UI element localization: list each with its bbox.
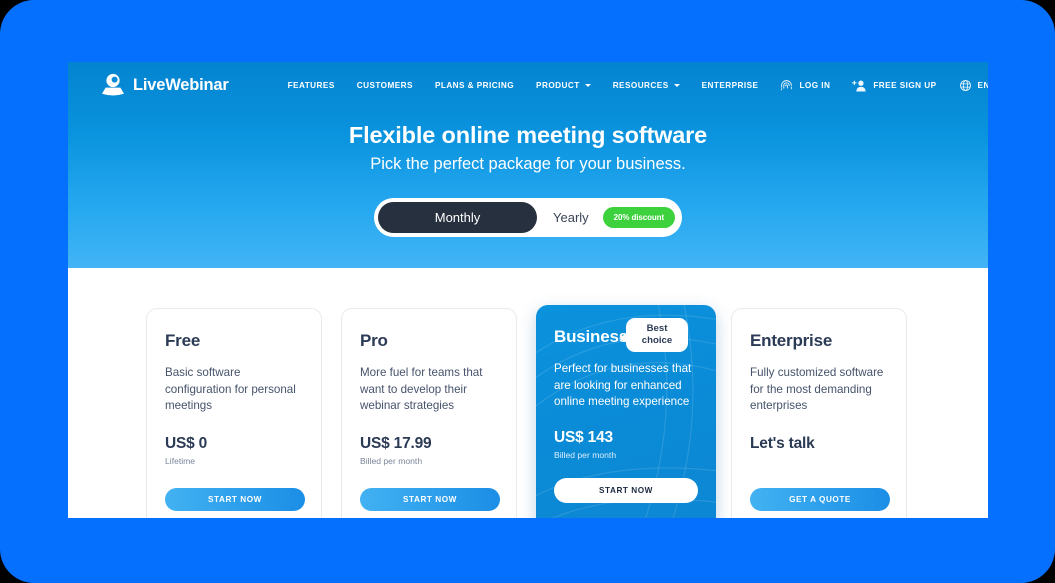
plan-cta-button[interactable]: START NOW <box>165 488 305 511</box>
chevron-down-icon <box>584 84 591 87</box>
toggle-yearly[interactable]: Yearly <box>544 202 598 233</box>
nav-item-customers[interactable]: CUSTOMERS <box>346 81 424 90</box>
nav-label: PLANS & PRICING <box>434 80 515 90</box>
plan-description: Fully customized software for the most d… <box>750 366 884 412</box>
plan-price-block: US$ 17.99 Billed per month <box>360 435 432 466</box>
globe-icon <box>959 79 972 92</box>
plan-card-pro[interactable]: Pro More fuel for teams that want to dev… <box>341 308 517 518</box>
plan-name: Enterprise <box>750 331 833 350</box>
livewebinar-logo-icon <box>100 72 126 98</box>
plan-cta-button[interactable]: START NOW <box>554 478 698 503</box>
plan-price: US$ 0 <box>165 435 208 452</box>
language-label: EN <box>977 80 988 90</box>
plan-price-note: Billed per month <box>554 450 617 460</box>
nav-links: FEATURES CUSTOMERS PLANS & PRICING PRODU… <box>277 81 770 90</box>
plan-card-business[interactable]: Business Best choice Perfect for busines… <box>536 305 716 518</box>
pricing-cards: Free Basic software configuration for pe… <box>68 268 988 518</box>
plan-price-block: Let's talk <box>750 435 815 456</box>
plan-name: Pro <box>360 331 388 350</box>
plan-price: Let's talk <box>750 435 815 452</box>
plan-card-enterprise[interactable]: Enterprise Fully customized software for… <box>731 308 907 518</box>
nav-label: CUSTOMERS <box>356 80 413 90</box>
plan-description: Basic software configuration for persona… <box>165 366 296 412</box>
login-label: LOG IN <box>799 80 831 90</box>
nav-label: ENTERPRISE <box>701 80 759 90</box>
plan-cta-button[interactable]: START NOW <box>360 488 500 511</box>
plan-price-note: Lifetime <box>165 456 196 466</box>
nav-label: PRODUCT <box>536 80 580 90</box>
chevron-down-icon <box>673 84 680 87</box>
plan-price: US$ 17.99 <box>360 435 432 452</box>
nav-item-product[interactable]: PRODUCT <box>525 81 602 90</box>
nav-item-resources[interactable]: RESOURCES <box>602 81 691 90</box>
hero-section: LiveWebinar FEATURES CUSTOMERS PLANS & P… <box>68 62 988 268</box>
best-choice-badge: Best choice <box>619 318 688 352</box>
nav-item-features[interactable]: FEATURES <box>277 81 346 90</box>
brand-logo[interactable]: LiveWebinar <box>100 72 229 98</box>
plan-price-block: US$ 143 Billed per month <box>554 429 616 460</box>
fingerprint-icon <box>780 79 793 92</box>
toggle-monthly[interactable]: Monthly <box>378 202 537 233</box>
brand-name: LiveWebinar <box>133 75 229 94</box>
free-signup-button[interactable]: FREE SIGN UP <box>841 79 947 92</box>
user-plus-icon <box>852 79 867 92</box>
hero-title: Flexible online meeting software <box>348 122 708 148</box>
best-choice-line1: Best <box>646 323 668 334</box>
top-navigation: LiveWebinar FEATURES CUSTOMERS PLANS & P… <box>68 62 988 108</box>
plan-cta-button[interactable]: GET A QUOTE <box>750 488 890 511</box>
plan-price-block: US$ 0 Lifetime <box>165 435 207 466</box>
best-choice-line2: choice <box>641 334 673 346</box>
nav-item-enterprise[interactable]: ENTERPRISE <box>691 81 770 90</box>
plan-description: More fuel for teams that want to develop… <box>360 366 483 412</box>
language-selector[interactable]: EN <box>948 79 988 92</box>
nav-item-plans-pricing[interactable]: PLANS & PRICING <box>424 81 525 90</box>
nav-actions: LOG IN FREE SIGN UP EN <box>769 79 988 92</box>
plan-card-free[interactable]: Free Basic software configuration for pe… <box>146 308 322 518</box>
plan-price-note: Billed per month <box>360 456 423 466</box>
free-signup-label: FREE SIGN UP <box>873 80 937 90</box>
discount-badge: 20% discount <box>602 207 676 228</box>
page-frame: LiveWebinar FEATURES CUSTOMERS PLANS & P… <box>0 0 1055 583</box>
login-button[interactable]: LOG IN <box>769 79 841 92</box>
toggle-yearly-label: Yearly <box>553 210 589 225</box>
billing-period-toggle[interactable]: Monthly Yearly 20% discount <box>374 198 682 237</box>
nav-label: FEATURES <box>287 80 335 90</box>
plan-name: Free <box>165 331 201 350</box>
browser-window: LiveWebinar FEATURES CUSTOMERS PLANS & P… <box>68 62 988 518</box>
plan-price: US$ 143 <box>554 429 613 446</box>
toggle-monthly-label: Monthly <box>434 210 481 225</box>
plan-description: Perfect for businesses that are looking … <box>554 362 692 408</box>
nav-label: RESOURCES <box>612 80 669 90</box>
hero-subtitle: Pick the perfect package for your busine… <box>370 155 686 173</box>
